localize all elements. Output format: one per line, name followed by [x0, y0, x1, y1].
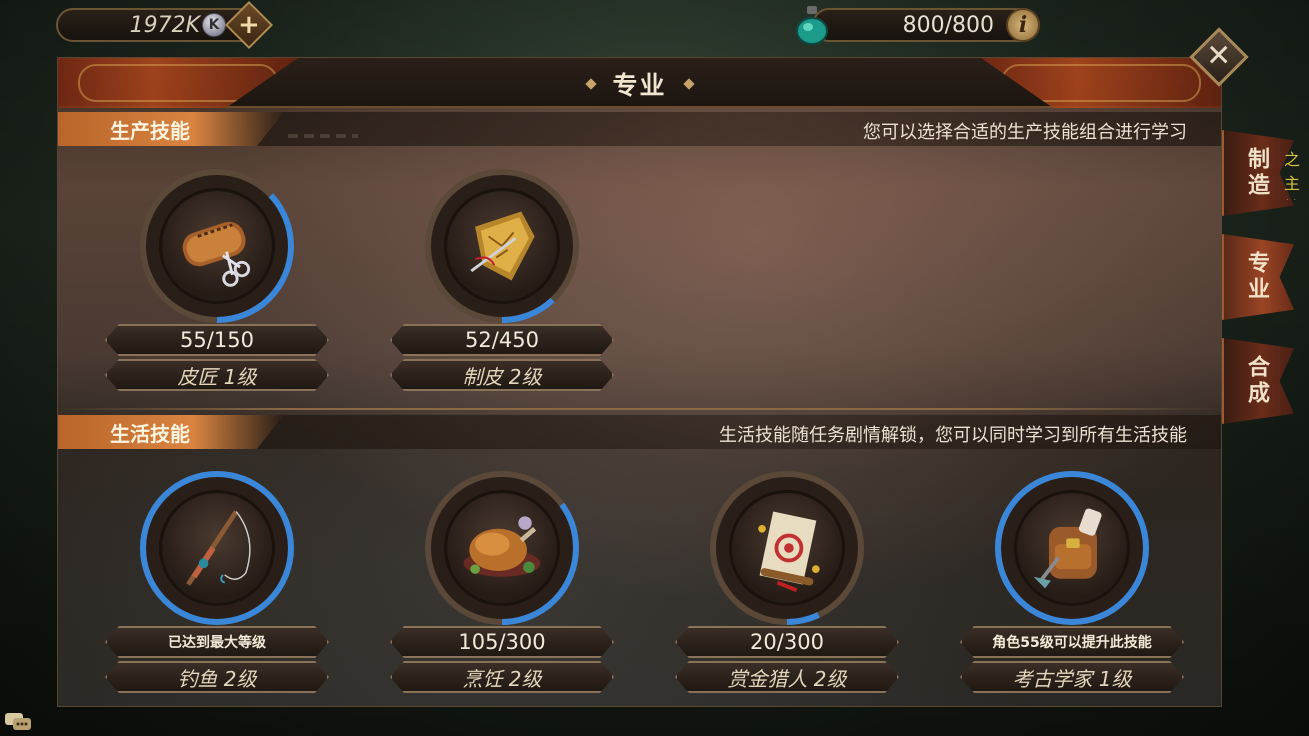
skill-card-fishing[interactable]: 已达到最大等级 钓鱼 2级	[105, 468, 329, 698]
roast-chicken-icon	[444, 490, 560, 606]
chat-icon[interactable]	[4, 712, 32, 732]
skill-progress-ring	[422, 166, 582, 326]
plus-icon: +	[238, 9, 260, 40]
backpack-shovel-icon	[1014, 490, 1130, 606]
skill-name-label: 赏金猎人 2级	[675, 661, 899, 693]
skill-card-cooking[interactable]: 105/300 烹饪 2级	[390, 468, 614, 698]
k-currency-display: 1972K K +	[56, 0, 274, 50]
skill-name-label: 皮匠 1级	[105, 359, 329, 391]
skill-progress-ring	[137, 468, 297, 628]
life-section-description: 生活技能随任务剧情解锁，您可以同时学习到所有生活技能	[719, 425, 1187, 446]
potion-icon	[796, 6, 828, 45]
life-section-label: 生活技能	[58, 415, 284, 449]
leather-shield-needle-icon	[444, 188, 560, 304]
close-icon: ✕	[1206, 38, 1232, 74]
production-section-description: 您可以选择合适的生产技能组合进行学习	[863, 122, 1187, 143]
title-diamond-icon	[682, 78, 695, 90]
skill-name-label: 钓鱼 2级	[105, 661, 329, 693]
section-divider	[58, 408, 1221, 410]
profession-panel: 专业 生产技能 您可以选择合适的生产技能组合进行学习 55/150 皮匠 1级 …	[57, 57, 1222, 707]
skill-card-archaeologist[interactable]: 角色55级可以提升此技能 考古学家 1级	[960, 468, 1184, 698]
bounty-scroll-icon	[729, 490, 845, 606]
skill-card-leathercraft[interactable]: 52/450 制皮 2级	[390, 166, 614, 396]
header-ornament-right	[981, 58, 1221, 108]
skill-progress-ring	[422, 468, 582, 628]
skill-progress-label: 55/150	[105, 324, 329, 356]
leather-roll-scissors-icon	[159, 188, 275, 304]
energy-value: 800/800	[902, 12, 994, 38]
production-section-header: 生产技能 您可以选择合适的生产技能组合进行学习	[58, 112, 1221, 146]
skill-card-bounty-hunter[interactable]: 20/300 赏金猎人 2级	[675, 468, 899, 698]
skill-progress-label: 已达到最大等级	[105, 626, 329, 658]
panel-header: 专业	[58, 58, 1221, 108]
fishing-rod-icon	[159, 490, 275, 606]
skill-progress-ring	[992, 468, 1152, 628]
header-ornament-left	[58, 58, 298, 108]
skill-progress-ring	[137, 166, 297, 326]
life-section-header: 生活技能 生活技能随任务剧情解锁，您可以同时学习到所有生活技能	[58, 415, 1221, 449]
panel-title: 专业	[612, 71, 667, 100]
skill-card-leatherworker[interactable]: 55/150 皮匠 1级	[105, 166, 329, 396]
skill-progress-label: 105/300	[390, 626, 614, 658]
chain-decoration	[288, 134, 358, 138]
k-currency-value: 1972K	[129, 12, 200, 38]
skill-progress-ring	[707, 468, 867, 628]
tab-label: 制造	[1244, 147, 1269, 199]
energy-display: 800/800 i	[796, 6, 1040, 45]
skill-name-label: 考古学家 1级	[960, 661, 1184, 693]
skill-progress-label: 角色55级可以提升此技能	[960, 626, 1184, 658]
skill-progress-label: 52/450	[390, 324, 614, 356]
edge-clipped-text: 之主 抽奖	[1284, 150, 1301, 200]
production-section-label: 生产技能	[58, 112, 284, 146]
title-diamond-icon	[584, 78, 597, 90]
tab-label: 合成	[1244, 355, 1269, 407]
tab-label: 专业	[1244, 251, 1269, 303]
k-coin-icon: K	[202, 13, 226, 37]
info-button[interactable]: i	[1006, 8, 1040, 42]
skill-name-label: 制皮 2级	[390, 359, 614, 391]
skill-name-label: 烹饪 2级	[390, 661, 614, 693]
skill-progress-label: 20/300	[675, 626, 899, 658]
